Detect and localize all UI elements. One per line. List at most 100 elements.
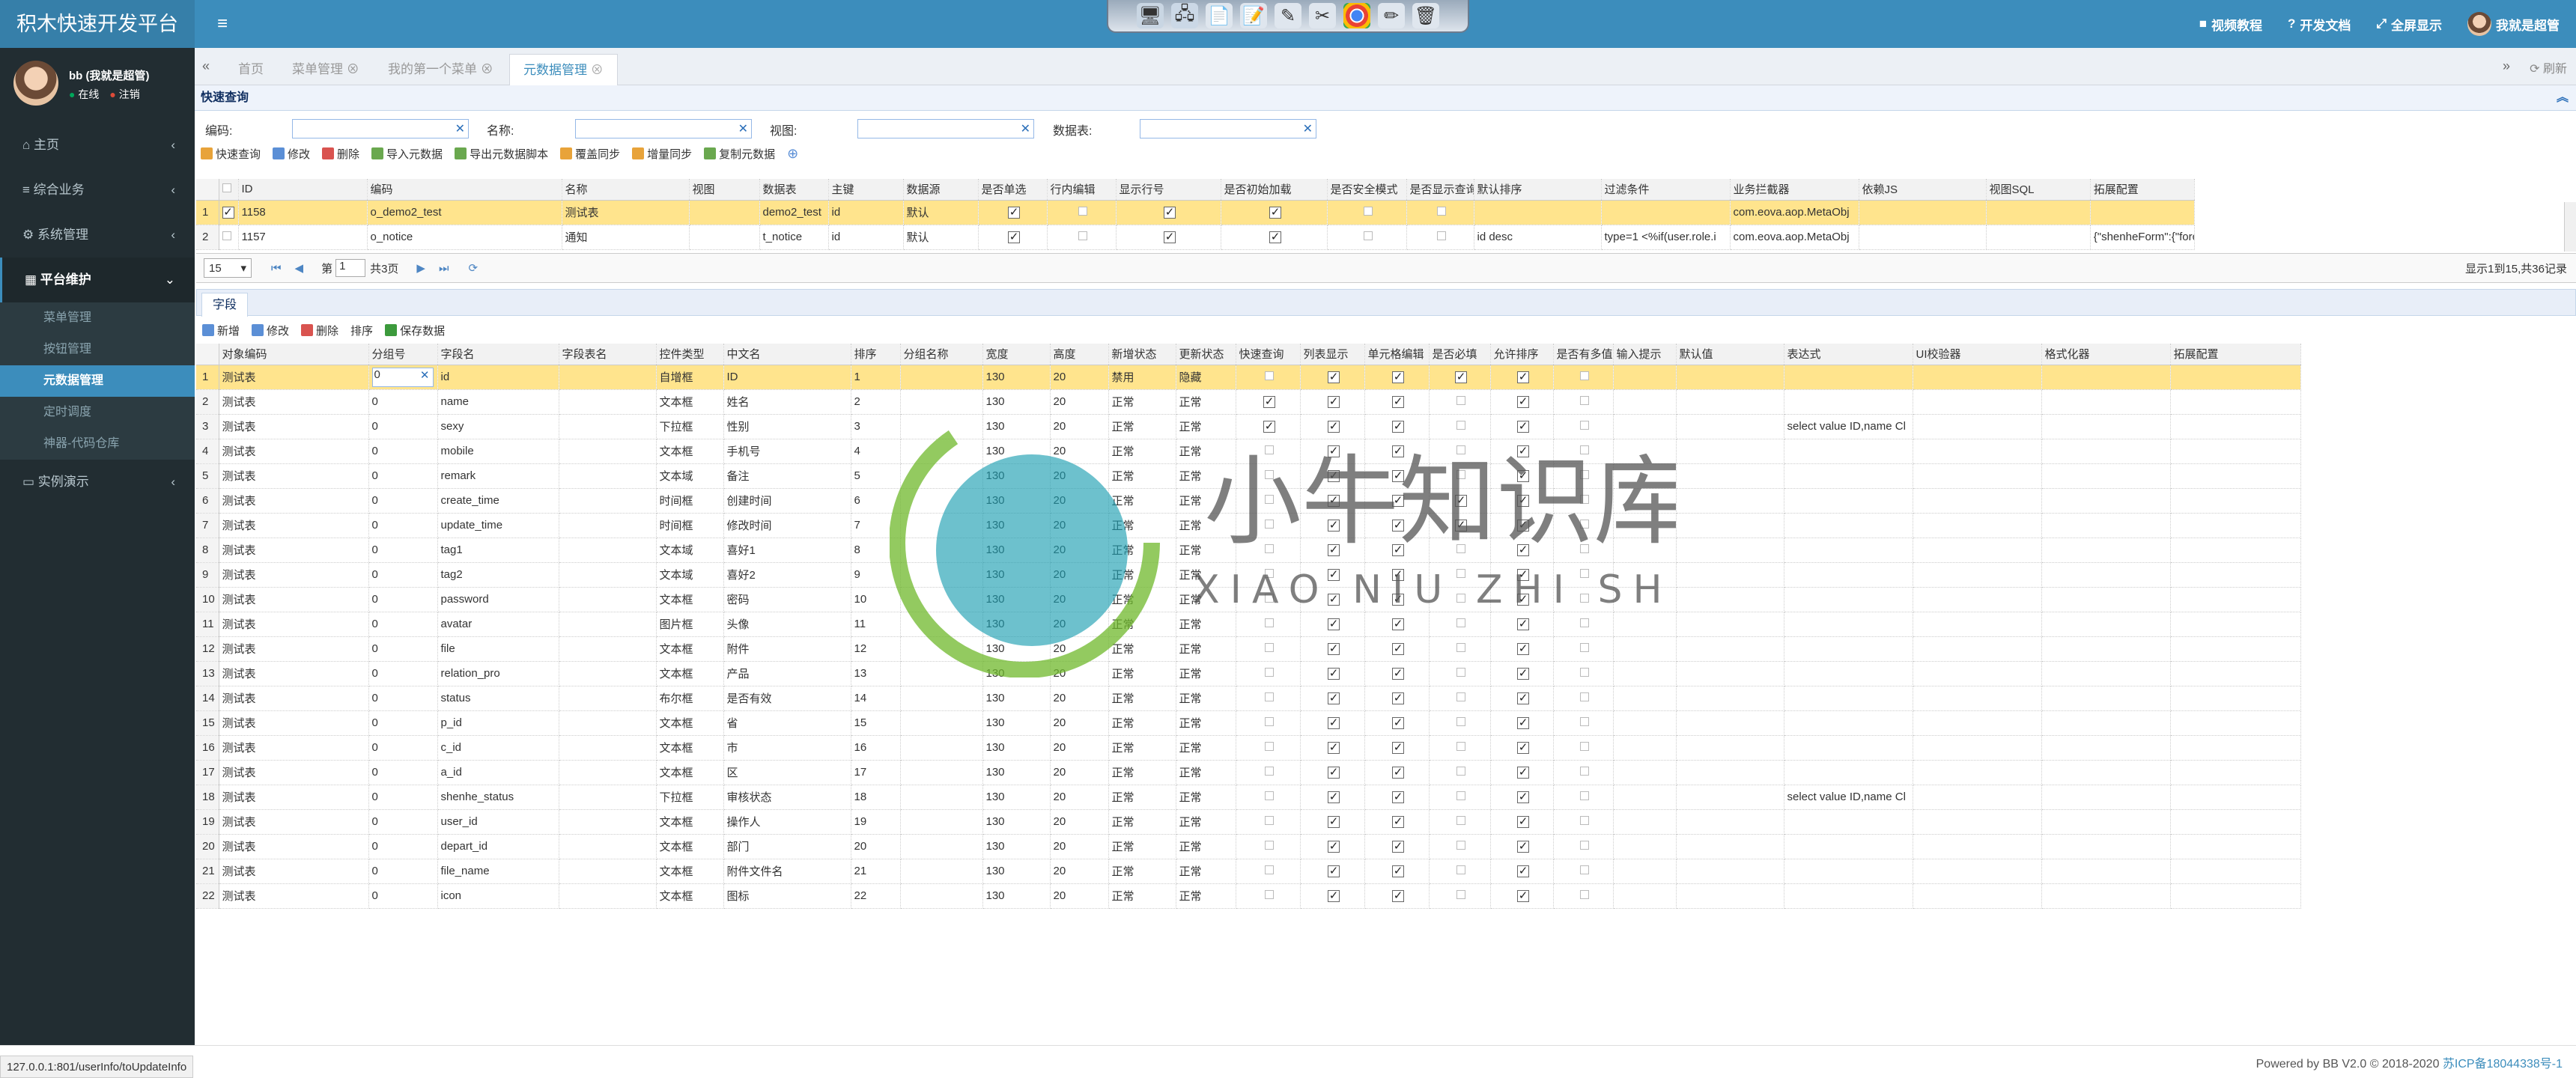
collapse-icon[interactable]: ︽: [2557, 85, 2569, 111]
grid-cell[interactable]: [2041, 538, 2171, 563]
dock-monitor-icon[interactable]: 🖥: [1137, 3, 1164, 28]
grid-cell[interactable]: 0: [368, 538, 438, 563]
grid-cell[interactable]: 通知: [562, 225, 690, 250]
bool-checkbox[interactable]: ✓: [1392, 495, 1404, 507]
grid-cell[interactable]: 20: [1050, 538, 1109, 563]
grid-cell[interactable]: [1613, 636, 1677, 662]
grid-cell[interactable]: [1784, 587, 1913, 612]
grid-cell[interactable]: 部门: [723, 834, 851, 859]
grid-cell[interactable]: [559, 809, 657, 835]
grid-cell[interactable]: [1613, 859, 1677, 884]
grid-cell[interactable]: 0: [368, 760, 438, 785]
grid-cell[interactable]: [2041, 414, 2171, 439]
grid-cell[interactable]: [900, 612, 983, 637]
bool-checkbox[interactable]: [1265, 742, 1274, 751]
grid-cell[interactable]: icon: [437, 883, 559, 909]
grid-cell[interactable]: 17: [851, 760, 901, 785]
grid-cell[interactable]: 20: [1050, 513, 1109, 538]
bool-checkbox[interactable]: ✓: [1392, 717, 1404, 729]
bool-checkbox[interactable]: [1265, 865, 1274, 874]
bool-checkbox[interactable]: [1456, 396, 1465, 405]
view-input[interactable]: ✕: [857, 119, 1034, 138]
grid-cell[interactable]: 0: [368, 859, 438, 884]
grid-cell[interactable]: 测试表: [219, 513, 369, 538]
grid-cell[interactable]: [559, 760, 657, 785]
grid-cell[interactable]: 文本框: [656, 439, 724, 464]
grid-cell[interactable]: 20: [1050, 562, 1109, 588]
bool-checkbox[interactable]: ✓: [1328, 742, 1340, 754]
grid-cell[interactable]: [2170, 686, 2301, 711]
grid-cell[interactable]: 下拉框: [656, 785, 724, 810]
grid-cell[interactable]: [1613, 439, 1677, 464]
grid-cell[interactable]: [1784, 562, 1913, 588]
grid-cell[interactable]: [1676, 735, 1784, 761]
grid-cell[interactable]: [1676, 809, 1784, 835]
grid-cell[interactable]: 文本框: [656, 883, 724, 909]
grid-cell[interactable]: 正常: [1108, 735, 1176, 761]
grid-cell[interactable]: 文本框: [656, 834, 724, 859]
grid-cell[interactable]: [900, 538, 983, 563]
grid-cell[interactable]: [1613, 488, 1677, 514]
grid-cell[interactable]: 默认: [903, 225, 979, 250]
grid-cell[interactable]: [1913, 513, 2042, 538]
bool-checkbox[interactable]: [1456, 841, 1465, 850]
grid-cell[interactable]: [1784, 760, 1913, 785]
grid-cell[interactable]: 20: [1050, 859, 1109, 884]
grid-cell[interactable]: [2041, 859, 2171, 884]
column-header[interactable]: 是否单选: [978, 179, 1048, 201]
grid-cell[interactable]: [689, 225, 760, 250]
submenu-item-scheduler[interactable]: 定时调度: [0, 397, 195, 428]
dock-edit-icon[interactable]: ✎: [1275, 3, 1301, 28]
column-header[interactable]: 数据表: [759, 179, 829, 201]
bool-checkbox[interactable]: [1456, 890, 1465, 899]
grid-cell[interactable]: 130: [982, 686, 1051, 711]
table-row[interactable]: 10 测试表 0 password 文本框 密码 10 130 20 正常 正常 ✓ ✓ ✓: [196, 587, 2301, 612]
grid-cell[interactable]: [1613, 562, 1677, 588]
clear-icon[interactable]: ✕: [420, 368, 430, 382]
bool-checkbox[interactable]: [1265, 643, 1274, 652]
grid-cell[interactable]: [1676, 636, 1784, 662]
column-header[interactable]: 行内编辑: [1047, 179, 1117, 201]
grid-cell[interactable]: [2170, 389, 2301, 415]
grid-cell[interactable]: 130: [982, 785, 1051, 810]
grid-cell[interactable]: [2041, 686, 2171, 711]
grid-cell[interactable]: [2170, 834, 2301, 859]
grid-cell[interactable]: 附件: [723, 636, 851, 662]
column-header[interactable]: 高度: [1050, 344, 1109, 365]
bool-checkbox[interactable]: ✓: [1517, 618, 1529, 630]
grid-cell[interactable]: [900, 463, 983, 489]
grid-cell[interactable]: 文本框: [656, 710, 724, 736]
refresh-button[interactable]: ⟳ 刷新: [2530, 58, 2567, 76]
bool-checkbox[interactable]: [1580, 618, 1589, 627]
grid-cell[interactable]: select value ID,name Cl: [1784, 785, 1913, 810]
bool-checkbox[interactable]: ✓: [1328, 841, 1340, 853]
last-page-icon[interactable]: ⏭: [439, 262, 449, 275]
grid-cell[interactable]: [559, 365, 657, 390]
bool-checkbox[interactable]: [1364, 207, 1373, 216]
bool-checkbox[interactable]: ✓: [1328, 421, 1340, 433]
grid-cell[interactable]: [1676, 883, 1784, 909]
grid-cell[interactable]: c_id: [437, 735, 559, 761]
sidebar-item-platform[interactable]: ▦ 平台维护 ⌄: [0, 258, 195, 302]
grid-cell[interactable]: [559, 612, 657, 637]
bool-checkbox[interactable]: ✓: [1328, 396, 1340, 408]
grid-cell[interactable]: p_id: [437, 710, 559, 736]
bool-checkbox[interactable]: ✓: [1517, 643, 1529, 655]
grid-cell[interactable]: [1676, 587, 1784, 612]
grid-cell[interactable]: [559, 883, 657, 909]
grid-cell[interactable]: 21: [851, 859, 901, 884]
meta-toolbar-button[interactable]: 删除: [322, 146, 359, 162]
code-input[interactable]: ✕: [292, 119, 469, 138]
grid-cell[interactable]: 隐藏: [1176, 365, 1236, 390]
grid-cell[interactable]: [1913, 661, 2042, 686]
grid-cell[interactable]: [2041, 809, 2171, 835]
grid-cell[interactable]: [1613, 760, 1677, 785]
grid-cell[interactable]: [2041, 710, 2171, 736]
table-row[interactable]: 2 测试表 0 name 文本框 姓名 2 130 20 正常 正常 ✓ ✓ ✓ ✓: [196, 389, 2301, 415]
bool-checkbox[interactable]: [1364, 231, 1373, 240]
grid-cell[interactable]: [1613, 809, 1677, 835]
table-row[interactable]: 8 测试表 0 tag1 文本域 喜好1 8 130 20 正常 正常 ✓ ✓ ✓: [196, 538, 2301, 563]
grid-cell[interactable]: 15: [851, 710, 901, 736]
column-header[interactable]: ID: [238, 179, 368, 201]
grid-cell[interactable]: 正常: [1108, 612, 1176, 637]
